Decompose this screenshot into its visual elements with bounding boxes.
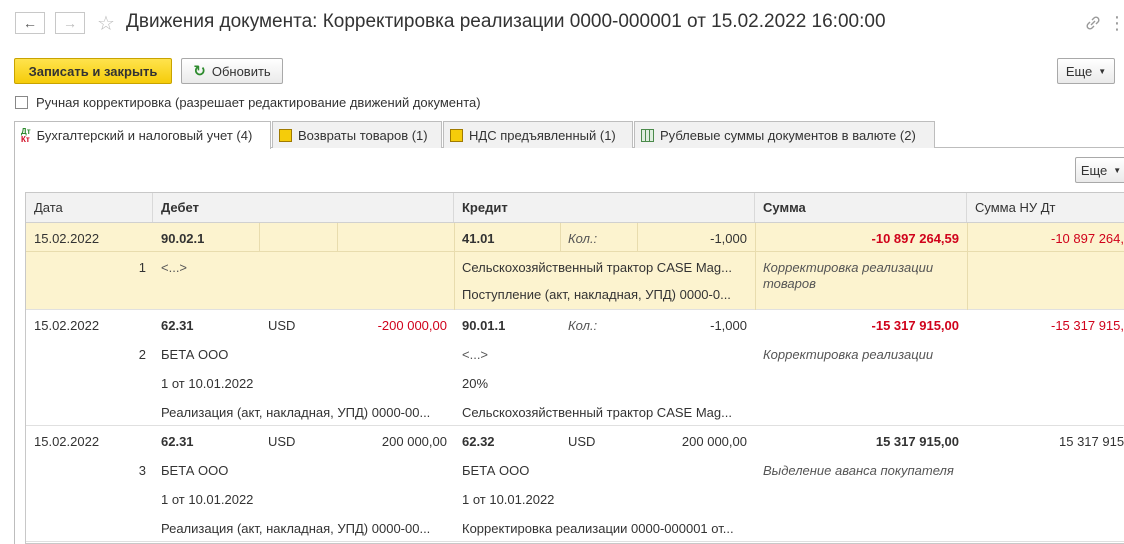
dropdown-caret-icon: ▼ bbox=[1098, 66, 1107, 76]
manual-correction-checkbox[interactable] bbox=[15, 96, 28, 109]
register-icon bbox=[279, 128, 292, 142]
debit-subconto: <...> bbox=[161, 260, 188, 275]
table-row[interactable]: 15.02.2022 3 62.31 USD 200 000,00 БЕТА О… bbox=[26, 426, 1124, 542]
grid-more-button[interactable]: Еще ▼ bbox=[1075, 157, 1124, 183]
credit-subconto-2: 20% bbox=[462, 376, 489, 391]
debit-subconto-3: Реализация (акт, накладная, УПД) 0000-00… bbox=[161, 405, 431, 420]
arrow-right-icon: → bbox=[63, 15, 77, 31]
tab-label: Рублевые суммы документов в валюте (2) bbox=[660, 127, 916, 143]
refresh-label: Обновить bbox=[211, 63, 271, 79]
row-number: 3 bbox=[138, 463, 146, 478]
dropdown-caret-icon: ▼ bbox=[1113, 165, 1122, 175]
row-sum-nu: -10 897 264,59 bbox=[1051, 231, 1124, 246]
tab-accounting[interactable]: Дт Кт Бухгалтерский и налоговый учет (4) bbox=[14, 121, 271, 149]
debit-subconto-1: БЕТА ООО bbox=[161, 463, 229, 478]
column-header-sum[interactable]: Сумма bbox=[755, 193, 967, 222]
movements-table[interactable]: Дата Дебет Кредит Сумма Сумма НУ Дт 15.0… bbox=[25, 192, 1124, 544]
table-header: Дата Дебет Кредит Сумма Сумма НУ Дт bbox=[26, 193, 1124, 223]
debit-subconto-3: Реализация (акт, накладная, УПД) 0000-00… bbox=[161, 521, 431, 536]
debit-currency: USD bbox=[268, 434, 296, 449]
debit-amount: -200 000,00 bbox=[377, 318, 447, 333]
back-button[interactable]: ← bbox=[15, 12, 45, 34]
tab-label: Возвраты товаров (1) bbox=[298, 127, 428, 143]
debit-account: 90.02.1 bbox=[161, 231, 205, 246]
panel-border bbox=[14, 147, 15, 544]
credit-currency: USD bbox=[568, 434, 596, 449]
table-row[interactable]: 15.02.2022 1 90.02.1 <...> 41.01 Кол.: -… bbox=[26, 223, 1124, 310]
column-header-credit[interactable]: Кредит bbox=[454, 193, 755, 222]
credit-account: 41.01 bbox=[462, 231, 495, 246]
row-sum-nu: 15 317 915,00 bbox=[1059, 434, 1124, 449]
column-header-sum-nu[interactable]: Сумма НУ Дт bbox=[967, 193, 1124, 222]
credit-subconto-3: Сельскохозяйственный трактор CASE Mag... bbox=[462, 405, 732, 420]
forward-button[interactable]: → bbox=[55, 12, 85, 34]
credit-account: 62.32 bbox=[462, 434, 495, 449]
window-title: Движения документа: Корректировка реализ… bbox=[126, 11, 886, 32]
debit-amount: 200 000,00 bbox=[381, 434, 447, 449]
row-content: Корректировка реализации bbox=[763, 347, 934, 362]
more-menu-button[interactable]: Еще ▼ bbox=[1057, 58, 1115, 84]
row-number: 2 bbox=[138, 347, 146, 362]
credit-qty-label: Кол.: bbox=[568, 231, 598, 246]
tab-returns[interactable]: Возвраты товаров (1) bbox=[272, 121, 442, 148]
save-close-label: Записать и закрыть bbox=[28, 63, 158, 79]
debit-account: 62.31 bbox=[161, 434, 194, 449]
tab-ruble-sums[interactable]: Рублевые суммы документов в валюте (2) bbox=[634, 121, 935, 148]
column-header-date[interactable]: Дата bbox=[26, 193, 153, 222]
more-label: Еще bbox=[1065, 63, 1093, 79]
row-sum-nu: -15 317 915,00 bbox=[1051, 318, 1124, 333]
save-close-button[interactable]: Записать и закрыть bbox=[14, 58, 172, 84]
credit-qty-label: Кол.: bbox=[568, 318, 598, 333]
register-icon bbox=[450, 128, 463, 142]
debit-subconto-2: 1 от 10.01.2022 bbox=[161, 492, 254, 507]
debit-subconto-2: 1 от 10.01.2022 bbox=[161, 376, 254, 391]
row-sum: 15 317 915,00 bbox=[875, 434, 959, 449]
credit-subconto-2: 1 от 10.01.2022 bbox=[462, 492, 555, 507]
debit-subconto-1: БЕТА ООО bbox=[161, 347, 229, 362]
row-sum: -10 897 264,59 bbox=[871, 231, 959, 246]
credit-subconto-2: Поступление (акт, накладная, УПД) 0000-0… bbox=[462, 287, 731, 302]
credit-subconto-3: Корректировка реализации 0000-000001 от.… bbox=[462, 521, 734, 536]
row-sum: -15 317 915,00 bbox=[871, 318, 959, 333]
refresh-icon: ↻ bbox=[193, 63, 206, 80]
credit-subconto-1: Сельскохозяйственный трактор CASE Mag... bbox=[462, 260, 732, 275]
arrow-left-icon: ← bbox=[23, 15, 37, 31]
refresh-button[interactable]: ↻ Обновить bbox=[181, 58, 283, 84]
column-header-debit[interactable]: Дебет bbox=[153, 193, 454, 222]
row-date: 15.02.2022 bbox=[34, 318, 100, 333]
row-date: 15.02.2022 bbox=[34, 231, 100, 246]
kebab-menu-icon[interactable]: ⋮ bbox=[1108, 14, 1124, 32]
favorite-star-icon[interactable]: ☆ bbox=[97, 11, 115, 36]
debit-currency: USD bbox=[268, 318, 296, 333]
row-content: Корректировка реализации товаров bbox=[763, 260, 934, 291]
manual-correction-label: Ручная корректировка (разрешает редактир… bbox=[36, 95, 481, 110]
credit-qty: -1,000 bbox=[710, 231, 747, 246]
credit-subconto-1: <...> bbox=[462, 347, 489, 362]
credit-amount: 200 000,00 bbox=[681, 434, 747, 449]
tab-label: НДС предъявленный (1) bbox=[469, 127, 616, 143]
ledger-icon: Дт Кт bbox=[21, 126, 31, 144]
grid-more-label: Еще bbox=[1080, 162, 1108, 178]
credit-qty: -1,000 bbox=[710, 318, 747, 333]
link-icon[interactable] bbox=[1084, 14, 1104, 34]
row-number: 1 bbox=[138, 260, 146, 275]
credit-subconto-1: БЕТА ООО bbox=[462, 463, 530, 478]
row-content: Выделение аванса покупателя bbox=[763, 463, 954, 478]
table-icon bbox=[641, 128, 654, 142]
credit-account: 90.01.1 bbox=[462, 318, 506, 333]
table-row[interactable]: 15.02.2022 2 62.31 USD -200 000,00 БЕТА … bbox=[26, 310, 1124, 426]
row-date: 15.02.2022 bbox=[34, 434, 100, 449]
tab-label: Бухгалтерский и налоговый учет (4) bbox=[36, 128, 253, 143]
tab-vat[interactable]: НДС предъявленный (1) bbox=[443, 121, 633, 148]
debit-account: 62.31 bbox=[161, 318, 194, 333]
